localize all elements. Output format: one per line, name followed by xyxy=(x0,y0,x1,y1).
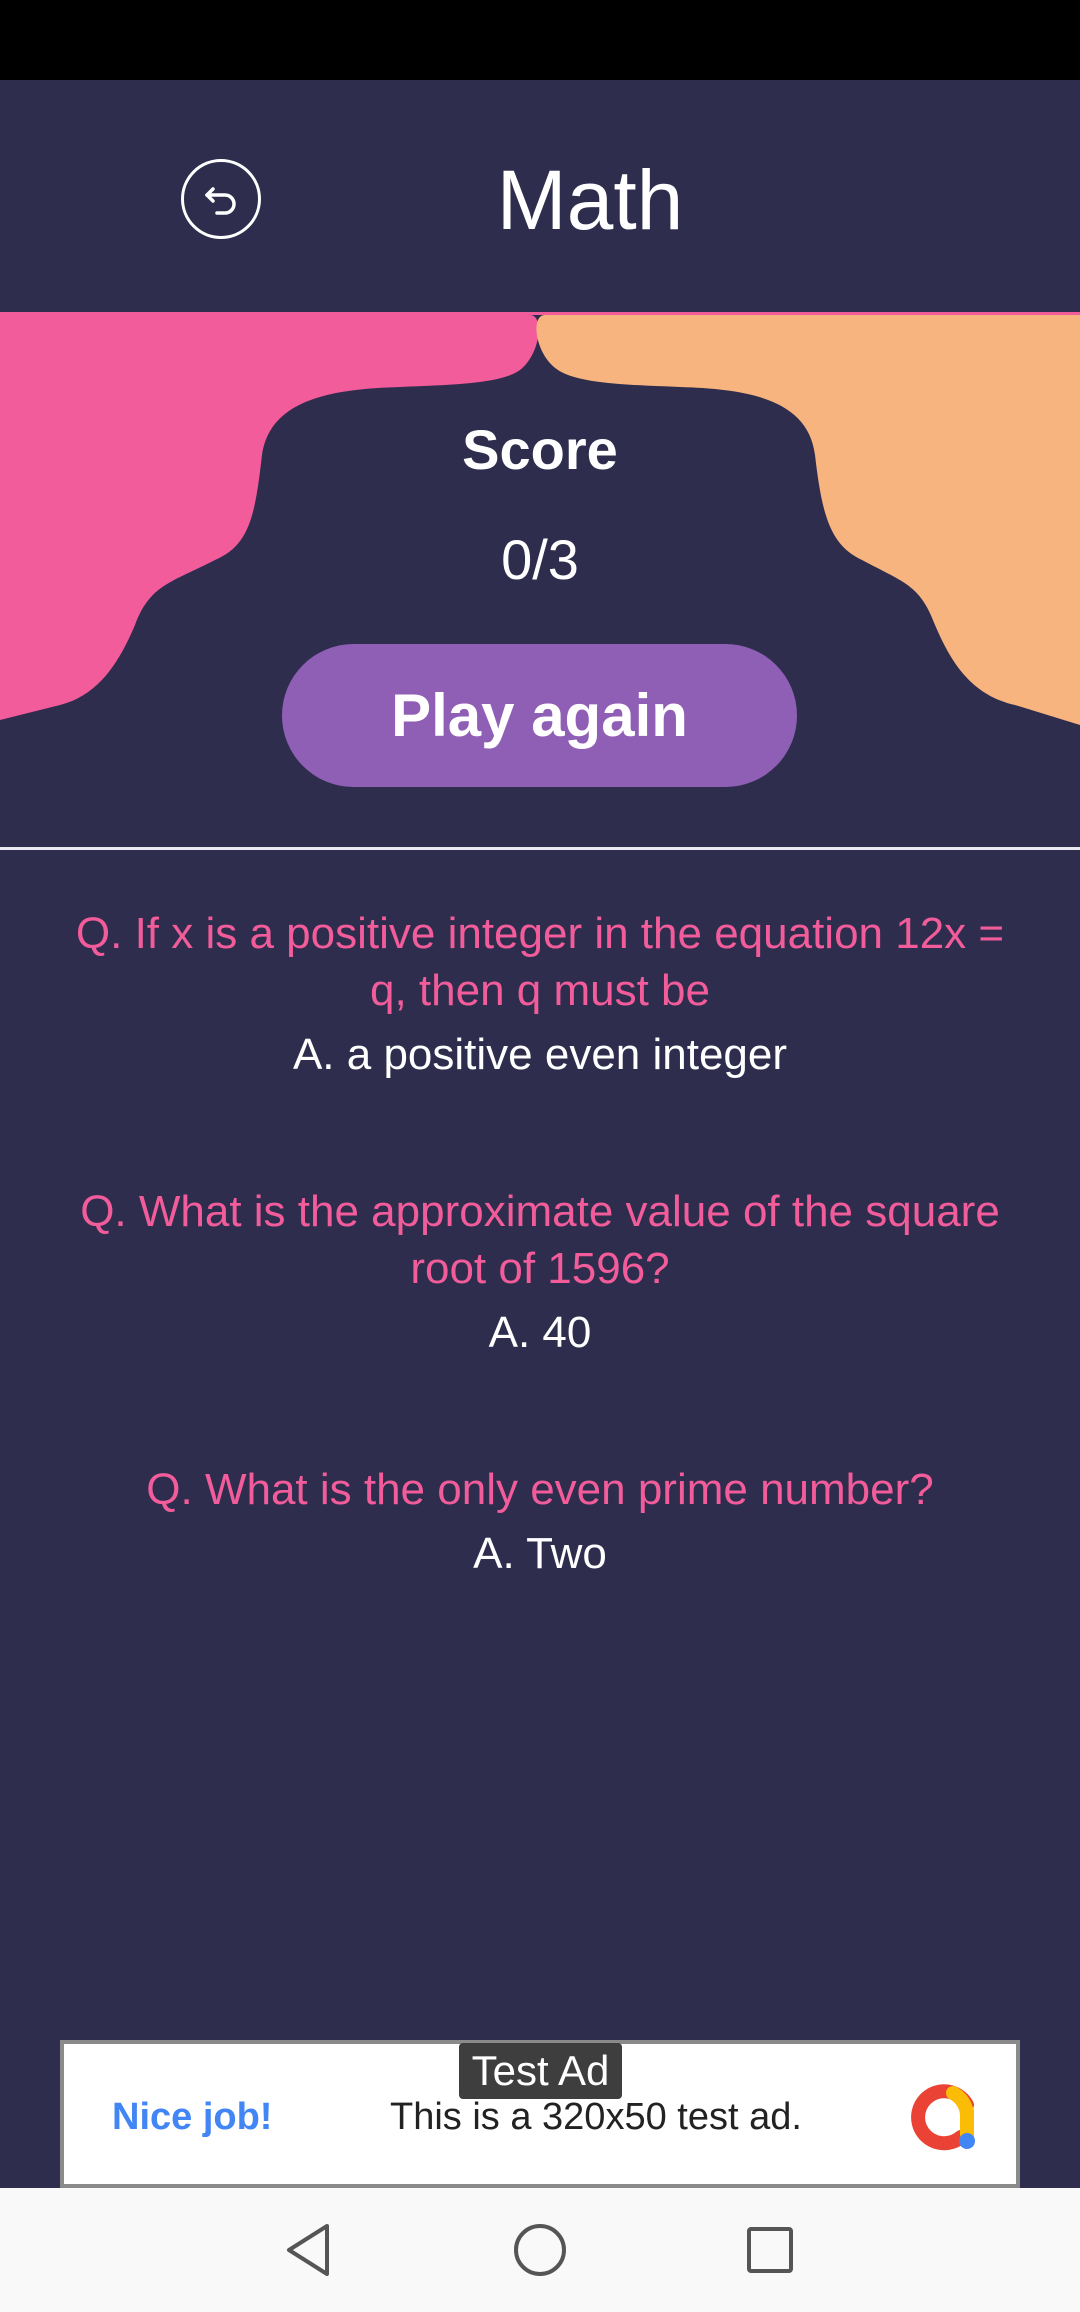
list-item: Q. What is the approximate value of the … xyxy=(60,1183,1020,1361)
nav-home-icon xyxy=(514,2224,566,2276)
ad-logo-icon[interactable] xyxy=(905,2075,981,2151)
answer-text: A. Two xyxy=(473,1529,607,1578)
nav-recents-icon xyxy=(747,2227,793,2273)
play-again-button[interactable]: Play again xyxy=(282,644,797,787)
ad-tag: Test Ad xyxy=(459,2043,622,2099)
app-header: Math xyxy=(0,80,1080,314)
page-title: Math xyxy=(496,153,684,247)
nav-recents-button[interactable] xyxy=(738,2218,802,2282)
question-text: Q. What is the approximate value of the … xyxy=(80,1187,1000,1293)
question-text: Q. What is the only even prime number? xyxy=(146,1465,934,1514)
list-item: Q. If x is a positive integer in the equ… xyxy=(60,905,1020,1083)
score-value: 0/3 xyxy=(501,528,579,591)
nav-home-button[interactable] xyxy=(508,2218,572,2282)
nav-back-icon xyxy=(287,2224,329,2276)
ad-headline[interactable]: Nice job! xyxy=(112,2092,272,2142)
question-text: Q. If x is a positive integer in the equ… xyxy=(75,909,1005,1015)
system-nav-bar xyxy=(0,2188,1080,2312)
score-panel: Score 0/3 Play again xyxy=(0,315,1080,848)
results-divider xyxy=(0,847,1080,850)
list-item: Q. What is the only even prime number? A… xyxy=(60,1461,1020,1582)
ad-text[interactable]: This is a 320x50 test ad. xyxy=(390,2092,802,2142)
score-label: Score xyxy=(462,418,618,481)
nav-back-button[interactable] xyxy=(276,2218,340,2282)
answer-text: A. 40 xyxy=(488,1308,592,1357)
answer-text: A. a positive even integer xyxy=(292,1030,788,1079)
status-bar xyxy=(0,0,1080,80)
question-list: Q. If x is a positive integer in the equ… xyxy=(60,905,1020,1682)
